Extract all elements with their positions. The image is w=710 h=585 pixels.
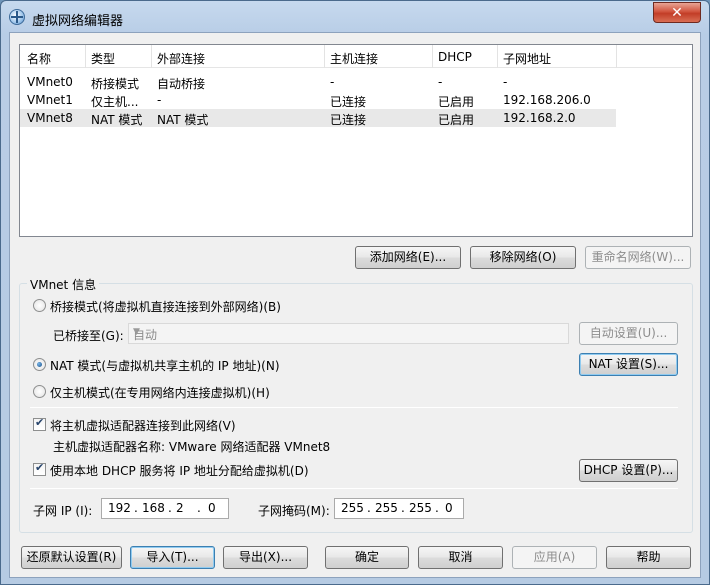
column-header-subnet[interactable]: 子网地址 [503,50,551,67]
cancel-button[interactable]: 取消 [418,546,503,569]
nat-settings-button[interactable]: NAT 设置(S)... [579,353,678,376]
table-row[interactable]: VMnet1 仅主机... - 已连接 已启用 192.168.206.0 [20,91,616,109]
auto-settings-button[interactable]: 自动设置(U)... [579,322,678,345]
cell-type: 仅主机... [91,95,139,109]
column-header-type[interactable]: 类型 [91,50,115,67]
ip-dot: . [401,501,405,515]
bridged-to-select[interactable]: 自动 ▼ [128,323,569,344]
ip-dot: . [197,501,201,515]
subnet-ip-octet-4: 0 [208,501,216,515]
cell-type: NAT 模式 [91,113,143,127]
cell-host: - [330,75,335,89]
cell-external: - [157,93,162,107]
separator [30,488,678,489]
cell-dhcp: 已启用 [438,95,475,109]
dialog-body: 名称 类型 外部连接 主机连接 DHCP 子网地址 VMnet0 桥接模式 自动… [9,32,701,578]
bridged-to-label: 已桥接至(G): [53,329,124,343]
cell-subnet: - [503,75,508,89]
subnet-ip-octet-1: 192 [108,501,131,515]
table-row-selected[interactable]: VMnet8 NAT 模式 NAT 模式 已连接 已启用 192.168.2.0 [20,109,616,127]
help-button[interactable]: 帮助 [606,546,691,569]
use-dhcp-label[interactable]: 使用本地 DHCP 服务将 IP 地址分配给虚拟机(D) [50,462,309,479]
column-header-name[interactable]: 名称 [27,50,51,67]
cell-external: 自动桥接 [157,77,206,91]
close-button[interactable]: ✕ [653,2,701,23]
vmnet-info-label: VMnet 信息 [27,276,100,293]
cell-name: VMnet1 [27,93,73,107]
add-network-button[interactable]: 添加网络(E)... [355,246,461,269]
table-row[interactable]: VMnet0 桥接模式 自动桥接 - - - [20,73,616,91]
subnet-ip-label: 子网 IP (I): [33,504,93,518]
ok-button[interactable]: 确定 [325,546,409,569]
subnet-ip-input[interactable]: 192 . 168 . 2 . 0 [101,498,229,519]
subnet-mask-input[interactable]: 255 . 255 . 255 . 0 [334,498,464,519]
bridged-mode-label[interactable]: 桥接模式(将虚拟机直接连接到外部网络)(B) [50,298,281,315]
column-header-dhcp[interactable]: DHCP [438,50,472,64]
adapter-name-text: 主机虚拟适配器名称: VMware 网络适配器 VMnet8 [53,440,331,454]
title-bar[interactable]: 虚拟网络编辑器 ✕ [1,1,709,34]
import-button[interactable]: 导入(T)... [130,546,215,569]
restore-defaults-button[interactable]: 还原默认设置(R) [21,546,122,569]
column-header-host[interactable]: 主机连接 [330,50,378,67]
globe-network-icon [9,9,25,25]
ip-dot: . [367,501,371,515]
subnet-mask-octet-2: 255 [375,501,398,515]
subnet-mask-octet-4: 0 [445,501,453,515]
ip-dot: . [134,501,138,515]
cell-host: 已连接 [330,95,367,109]
use-dhcp-checkbox[interactable] [33,461,46,476]
bridged-mode-radio[interactable] [33,299,46,312]
dhcp-settings-button[interactable]: DHCP 设置(P)... [579,459,678,482]
separator [30,407,678,408]
cell-dhcp: 已启用 [438,113,475,127]
subnet-mask-octet-1: 255 [341,501,364,515]
host-only-label[interactable]: 仅主机模式(在专用网络内连接虚拟机)(H) [50,384,270,401]
host-only-radio[interactable] [33,385,46,398]
ip-dot: . [435,501,439,515]
cell-name: VMnet0 [27,75,73,89]
export-button[interactable]: 导出(X)... [223,546,308,569]
virtual-network-editor-window: 虚拟网络编辑器 ✕ 名称 类型 外部连接 主机连接 DHCP 子网地址 VMne… [0,0,710,585]
window-title: 虚拟网络编辑器 [32,14,124,29]
cell-host: 已连接 [330,113,367,127]
remove-network-button[interactable]: 移除网络(O) [470,246,576,269]
rename-network-button[interactable]: 重命名网络(W)... [585,246,691,269]
cell-type: 桥接模式 [91,77,140,91]
network-list-header: 名称 类型 外部连接 主机连接 DHCP 子网地址 [20,45,692,68]
cell-name: VMnet8 [27,111,73,125]
connect-adapter-label[interactable]: 将主机虚拟适配器连接到此网络(V) [50,417,236,434]
cell-subnet: 192.168.206.0 [503,93,591,107]
cell-dhcp: - [438,75,443,89]
subnet-mask-label: 子网掩码(M): [258,504,330,518]
cell-subnet: 192.168.2.0 [503,111,576,125]
subnet-mask-octet-3: 255 [409,501,432,515]
ip-dot: . [168,501,172,515]
connect-adapter-checkbox[interactable] [33,416,46,431]
cell-external: NAT 模式 [157,113,209,127]
vmnet-info-group [19,283,693,533]
apply-button[interactable]: 应用(A) [512,546,597,569]
network-list[interactable]: 名称 类型 外部连接 主机连接 DHCP 子网地址 VMnet0 桥接模式 自动… [19,44,693,237]
dropdown-arrow-icon: ▼ [133,327,140,337]
nat-mode-radio[interactable] [33,358,46,371]
subnet-ip-octet-2: 168 [142,501,165,515]
subnet-ip-octet-3: 2 [176,501,184,515]
nat-mode-label[interactable]: NAT 模式(与虚拟机共享主机的 IP 地址)(N) [50,357,280,374]
column-header-external[interactable]: 外部连接 [157,50,205,67]
